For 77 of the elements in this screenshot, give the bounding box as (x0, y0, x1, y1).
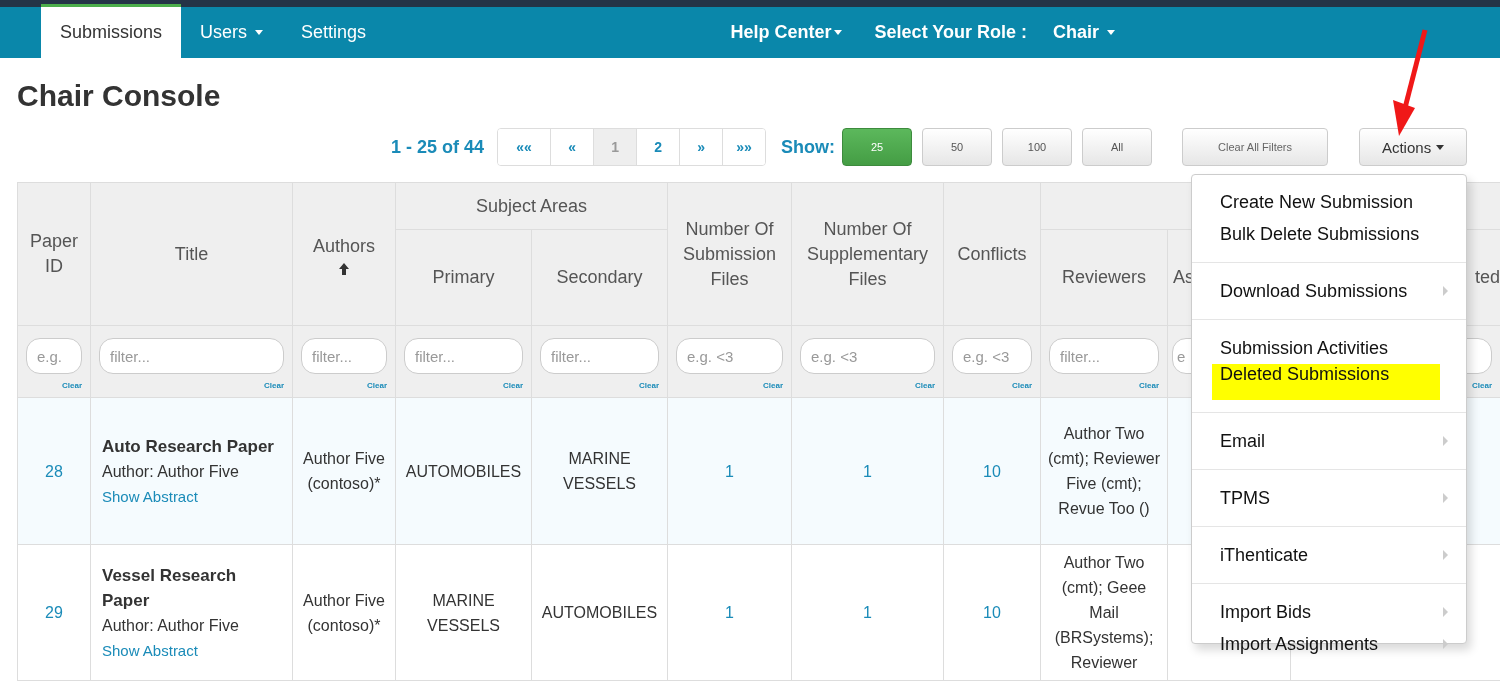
clear-link[interactable]: Clear (1012, 381, 1032, 390)
menu-item[interactable]: Email (1192, 425, 1467, 457)
column-group-header: Subject Areas (395, 182, 668, 230)
page-size-button[interactable]: All (1082, 128, 1153, 166)
paper-title: Auto Research Paper (102, 435, 275, 458)
help-center-menu[interactable]: Help Center (730, 22, 842, 43)
column-header: Title (90, 182, 293, 326)
clear-link[interactable]: Clear (915, 381, 935, 390)
filter-field[interactable]: e.g. <3 (800, 338, 935, 374)
column-header: Reviewers (1040, 229, 1168, 326)
nav-tab[interactable]: Settings (282, 7, 386, 58)
filter-field[interactable]: e.g. (26, 338, 82, 374)
column-header: Number Of Supplementary Files (791, 182, 944, 326)
table-link[interactable]: 1 (725, 604, 734, 621)
table-link[interactable]: 1 (863, 462, 872, 480)
nav-tab[interactable]: Users (181, 7, 283, 58)
role-label: Select Your Role : (874, 22, 1027, 43)
column-header: Primary (395, 229, 532, 326)
menu-item[interactable]: Create New Submission (1192, 186, 1467, 218)
page-size-button[interactable]: 100 (1002, 128, 1073, 166)
clear-link[interactable]: Clear (264, 381, 284, 390)
clear-link[interactable]: Clear (1139, 381, 1159, 390)
result-range: 1 - 25 of 44 (391, 136, 485, 158)
clear-link[interactable]: Clear (503, 381, 523, 390)
table-cell: Author Two (cmt); Reviewer Five (cmt); Revue Too () (1048, 425, 1160, 517)
column-header: Number Of Submission Files (667, 182, 792, 326)
table-link[interactable]: 10 (983, 604, 1001, 621)
menu-item[interactable]: Import Assignments (1192, 628, 1467, 660)
table-cell: AUTOMOBILES (405, 462, 522, 480)
paper-title: Vessel Research Paper (102, 564, 238, 612)
table-link[interactable]: 29 (45, 604, 63, 621)
clear-link[interactable]: Clear (62, 381, 82, 390)
clear-link[interactable]: Clear (367, 381, 387, 390)
page-size-button[interactable]: 25 (842, 128, 913, 166)
column-header: Paper ID (17, 182, 91, 326)
column-header: Authors (292, 182, 396, 326)
menu-item[interactable]: Submission Activities (1192, 332, 1467, 364)
table-cell: MARINE VESSELS (563, 450, 636, 492)
filter-field[interactable]: filter... (1049, 338, 1159, 374)
table-cell: Author Five (contoso)* (303, 450, 385, 492)
table-link[interactable]: 28 (45, 462, 63, 480)
show-abstract-link[interactable]: Show Abstract (102, 487, 198, 505)
caret-icon (1436, 144, 1445, 150)
page-title: Chair Console (17, 78, 222, 114)
filter-field[interactable]: filter... (404, 338, 523, 374)
filter-field[interactable]: filter... (540, 338, 659, 374)
filter-field[interactable]: filter... (301, 338, 387, 374)
table-link[interactable]: 1 (863, 604, 872, 621)
menu-item[interactable]: iThenticate (1192, 539, 1467, 571)
filter-field[interactable]: e.g. <3 (952, 338, 1032, 374)
role-menu[interactable]: Chair (1053, 22, 1115, 43)
table-link[interactable]: 10 (983, 462, 1001, 480)
actions-button[interactable]: Actions (1359, 128, 1468, 166)
paper-author: Author: Author Five (102, 615, 240, 636)
table-link[interactable]: 1 (725, 462, 734, 480)
clear-link[interactable]: Clear (639, 381, 659, 390)
show-label: Show: (781, 136, 836, 158)
column-header: Secondary (531, 229, 668, 326)
menu-item[interactable]: Import Bids (1192, 596, 1467, 628)
table-cell: Author Two (cmt); Geee Mail (BRSystems); Reviewer (1054, 554, 1154, 671)
clear-filters-button[interactable]: Clear All Filters (1182, 128, 1329, 166)
filter-field[interactable]: filter... (99, 338, 284, 374)
paper-author: Author: Author Five (102, 461, 240, 482)
menu-item[interactable]: Deleted Submissions (1212, 364, 1441, 400)
pagination-button[interactable]: 1 (593, 129, 637, 165)
filter-field[interactable]: e.g. <3 (676, 338, 783, 374)
column-header: Conflicts (943, 182, 1041, 326)
table-cell: AUTOMOBILES (541, 604, 658, 621)
show-abstract-link[interactable]: Show Abstract (102, 641, 198, 659)
page-size-button[interactable]: 50 (922, 128, 993, 166)
clear-link[interactable]: Clear (1472, 381, 1492, 390)
pagination-button[interactable]: »» (722, 129, 766, 165)
table-cell: MARINE VESSELS (427, 591, 500, 634)
table-cell: Author Five (contoso)* (303, 591, 385, 634)
clear-link[interactable]: Clear (763, 381, 783, 390)
menu-item[interactable]: TPMS (1192, 482, 1467, 514)
nav-tab[interactable]: Submissions (41, 4, 182, 58)
